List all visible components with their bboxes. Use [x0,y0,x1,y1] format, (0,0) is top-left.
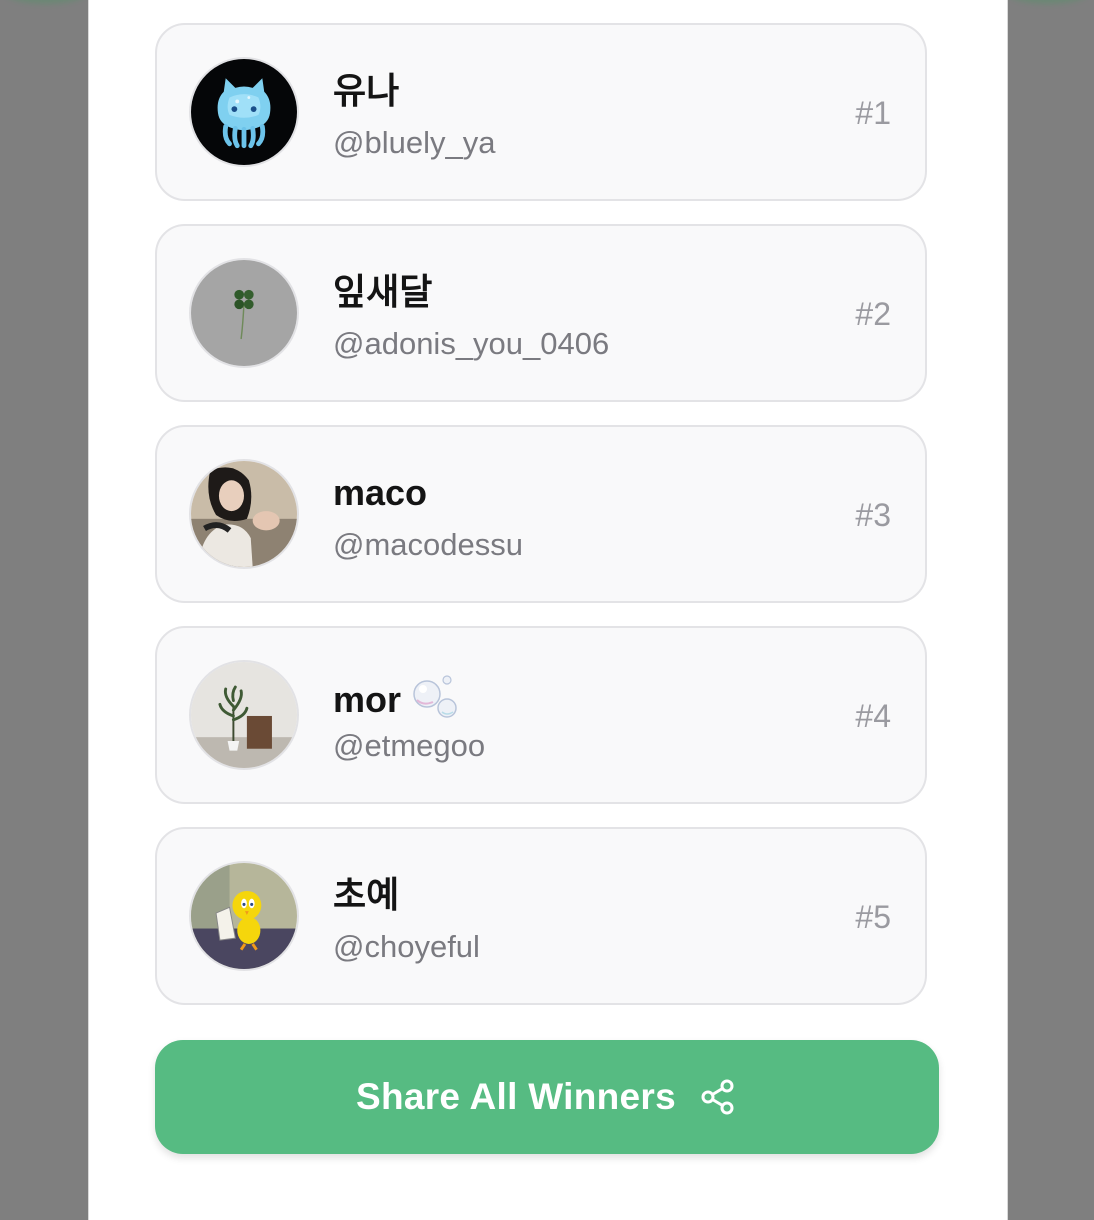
winner-name: mor [333,672,461,722]
winner-rank: #3 [855,497,891,533]
winners-list: 유나 @bluely_ya #1 잎새달 @adonis_you_0406 #2 [155,23,927,1028]
winner-card[interactable]: 잎새달 @adonis_you_0406 #2 [155,224,927,402]
winner-handle: @etmegoo [333,728,486,763]
winner-name: 초예 [333,874,400,915]
winner-rank: #1 [855,95,891,131]
share-icon [701,1079,734,1115]
winner-rank: #2 [855,296,891,332]
winner-name: 유나 [333,70,400,111]
share-button-label: Share All Winners [355,1076,677,1117]
winner-card[interactable]: maco @macodessu #3 [155,425,927,603]
winner-handle: @bluely_ya [333,125,496,160]
share-all-winners-button[interactable]: Share All Winners [155,1040,939,1154]
avatar [189,861,299,971]
backdrop-glow-right [1008,0,1088,4]
winner-name: 잎새달 [333,271,433,312]
avatar [189,258,299,368]
bubbles-icon [413,675,457,718]
winner-name-text: mor [333,679,402,720]
winner-rank: #5 [855,899,891,935]
winner-handle: @adonis_you_0406 [333,326,610,361]
four-leaf-clover-icon [191,260,297,366]
winner-card[interactable]: mor @etmegoo #4 [155,626,927,804]
avatar [189,57,299,167]
avatar [189,459,299,569]
winner-card[interactable]: 초예 @choyeful #5 [155,827,927,1005]
person-photo-icon [191,461,297,567]
winner-name: maco [333,472,428,513]
blue-jelly-cat-icon [191,59,297,165]
winner-handle: @macodessu [333,527,523,562]
winner-rank: #4 [855,698,891,734]
winner-card[interactable]: 유나 @bluely_ya #1 [155,23,927,201]
yellow-bird-cartoon-icon [191,863,297,969]
backdrop-glow-left [6,0,86,4]
winner-handle: @choyeful [333,929,480,964]
avatar [189,660,299,770]
plant-photo-icon [191,662,297,768]
